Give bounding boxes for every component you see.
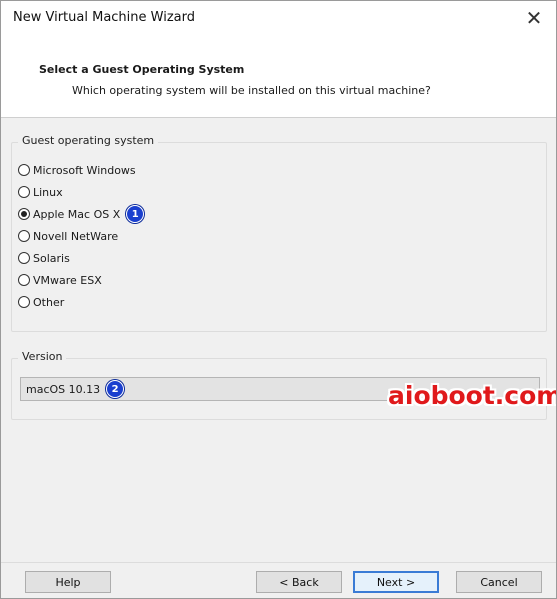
help-button[interactable]: Help [25, 571, 111, 593]
radio-button[interactable] [18, 230, 30, 242]
close-icon[interactable]: ✕ [512, 1, 556, 35]
radio-button[interactable] [18, 296, 30, 308]
radio-novell-netware[interactable]: Novell NetWare [18, 228, 118, 244]
radio-microsoft-windows[interactable]: Microsoft Windows [18, 162, 136, 178]
radio-label: Microsoft Windows [33, 163, 136, 177]
radio-vmware-esx[interactable]: VMware ESX [18, 272, 102, 288]
title-bar: New Virtual Machine Wizard ✕ [1, 1, 556, 35]
version-legend: Version [18, 350, 67, 363]
wizard-header: Select a Guest Operating System Which op… [1, 35, 556, 118]
radio-label: Apple Mac OS X [33, 207, 121, 221]
radio-solaris[interactable]: Solaris [18, 250, 70, 266]
radio-button[interactable] [18, 164, 30, 176]
guest-os-legend: Guest operating system [18, 134, 159, 147]
cancel-button[interactable]: Cancel [456, 571, 542, 593]
guest-os-group: Guest operating system Microsoft Windows… [11, 134, 547, 332]
radio-label: Linux [33, 185, 63, 199]
radio-label: Novell NetWare [33, 229, 119, 243]
radio-linux[interactable]: Linux [18, 184, 63, 200]
button-bar: Help < Back Next > Cancel [1, 562, 556, 598]
radio-label: VMware ESX [33, 273, 102, 287]
radio-button-selected[interactable] [18, 208, 30, 220]
radio-button[interactable] [18, 274, 30, 286]
wizard-window: New Virtual Machine Wizard ✕ Select a Gu… [0, 0, 557, 599]
radio-label: Solaris [33, 251, 70, 265]
version-select-value: macOS 10.13 [26, 382, 101, 396]
wizard-content: Guest operating system Microsoft Windows… [1, 118, 556, 562]
radio-button[interactable] [18, 186, 30, 198]
watermark-text: aioboot.com [388, 381, 557, 410]
step-badge-1: 1 [126, 205, 145, 223]
window-title: New Virtual Machine Wizard [13, 10, 195, 25]
page-title: Select a Guest Operating System [39, 63, 245, 76]
page-subtitle: Which operating system will be installed… [72, 84, 431, 97]
back-button[interactable]: < Back [256, 571, 342, 593]
radio-button[interactable] [18, 252, 30, 264]
next-button[interactable]: Next > [353, 571, 439, 593]
radio-other[interactable]: Other [18, 294, 64, 310]
step-badge-2: 2 [106, 380, 125, 398]
radio-label: Other [33, 295, 65, 309]
radio-apple-mac-os-x[interactable]: Apple Mac OS X 1 [18, 205, 145, 223]
